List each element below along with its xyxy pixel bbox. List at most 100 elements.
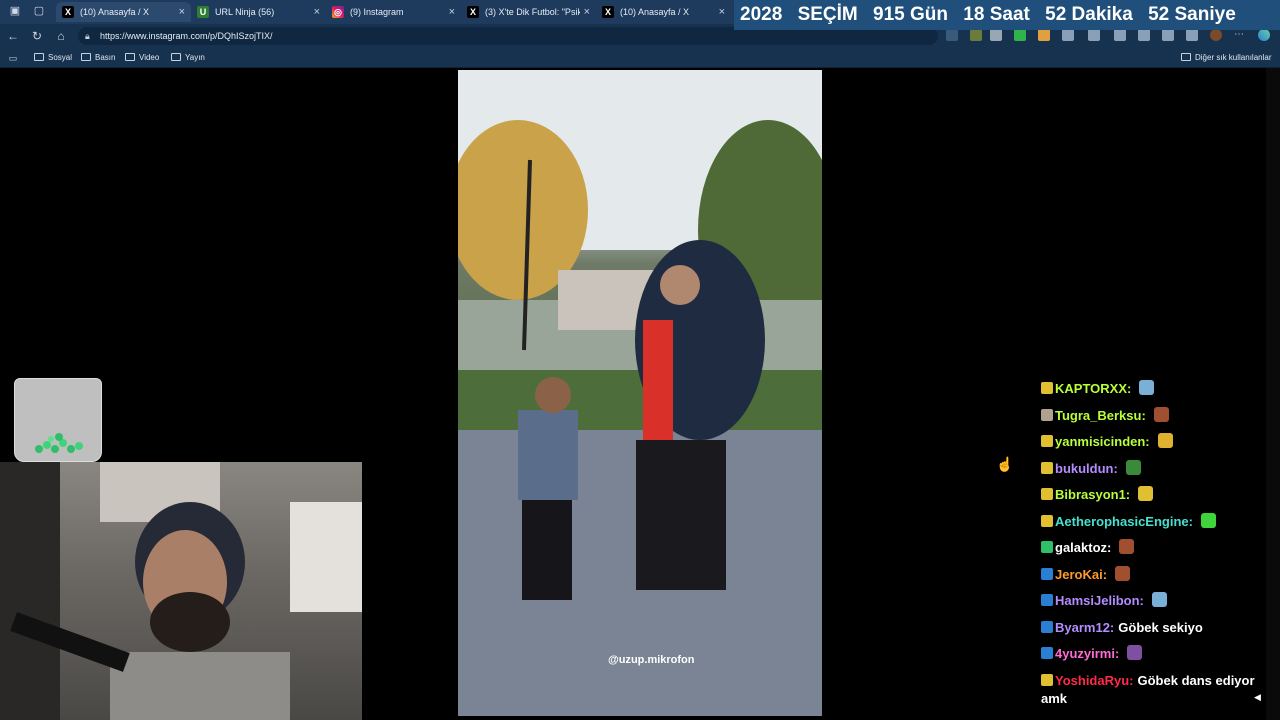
chat-emote-icon: [1127, 645, 1143, 660]
instagram-icon: ◎: [332, 6, 344, 18]
bookmark-label: Video: [139, 53, 160, 62]
favorites-icon[interactable]: [1138, 29, 1150, 41]
more-icon[interactable]: ⋯: [1234, 29, 1246, 41]
chat-badge-icon: [1041, 647, 1053, 659]
countdown-seconds: 52 Saniye: [1148, 4, 1236, 25]
chat-message: 4yuzyirmi:: [1041, 645, 1143, 663]
chat-emote-icon: [1119, 539, 1135, 554]
extension-icon[interactable]: [970, 29, 982, 41]
extension-icon[interactable]: [1014, 29, 1026, 41]
close-tab-icon[interactable]: ×: [584, 2, 590, 22]
chat-username[interactable]: Byarm12:: [1055, 620, 1114, 635]
webcam-frame: [0, 462, 362, 720]
folder-icon: [1181, 53, 1191, 61]
bookmark-folder-basin[interactable]: Basın: [81, 51, 115, 65]
chat-message: yanmisicinden:: [1041, 433, 1173, 451]
folder-icon: [81, 53, 91, 61]
chat-emote-icon: [1139, 380, 1155, 395]
other-favorites[interactable]: Diğer sık kullanılanlar: [1181, 51, 1271, 65]
avatar[interactable]: [1210, 29, 1222, 41]
chat-message: AetherophasicEngine:: [1041, 512, 1216, 531]
election-countdown: 2028 SEÇİM 915 Gün 18 Saat 52 Dakika 52 …: [734, 0, 1280, 30]
countdown-hours: 18 Saat: [963, 4, 1030, 25]
chat-username[interactable]: KAPTORXX:: [1055, 381, 1131, 396]
chat-username[interactable]: HamsiJelibon:: [1055, 593, 1144, 608]
extension-icon[interactable]: [1038, 29, 1050, 41]
mouse-cursor: ☝: [996, 456, 1014, 472]
tab-actions-icon[interactable]: ▢: [32, 4, 46, 18]
chat-badge-icon: [1041, 408, 1053, 421]
video-frame: [458, 70, 822, 716]
bookmark-label: Basın: [95, 53, 116, 62]
volume-icon[interactable]: ◀: [1254, 692, 1264, 702]
home-icon[interactable]: ⌂: [54, 29, 68, 43]
chat-emote-icon: [1125, 459, 1141, 475]
countdown-minutes: 52 Dakika: [1045, 4, 1133, 25]
chat-emote-icon: [1157, 433, 1173, 448]
video-watermark: @uzup.mikrofon: [608, 654, 695, 666]
close-tab-icon[interactable]: ×: [314, 2, 320, 22]
chat-badge-icon: [1041, 488, 1053, 500]
chat-username[interactable]: Tugra_Berksu:: [1055, 408, 1146, 423]
tab-1[interactable]: X (10) Anasayfa / X ×: [56, 2, 191, 22]
chat-message: galaktoz:: [1041, 539, 1135, 557]
jar-gems: [35, 433, 83, 453]
donation-jar-overlay: [14, 378, 102, 462]
chat-username[interactable]: 4yuzyirmi:: [1055, 646, 1119, 661]
tab-title: URL Ninja (56): [215, 7, 275, 17]
other-favorites-label: Diğer sık kullanılanlar: [1195, 53, 1272, 62]
chat-emote-icon: [1151, 592, 1167, 607]
extension-icon[interactable]: [1114, 29, 1126, 41]
bookmark-folder-video[interactable]: Video: [125, 51, 159, 65]
split-screen-icon[interactable]: [1088, 29, 1100, 41]
extension-icon[interactable]: [1162, 29, 1174, 41]
chat-username[interactable]: Bibrasyon1:: [1055, 487, 1130, 502]
back-icon[interactable]: ←: [6, 29, 20, 43]
countdown-year: 2028: [740, 4, 783, 25]
chat-message: KAPTORXX:: [1041, 380, 1155, 398]
chat-username[interactable]: JeroKai:: [1055, 567, 1107, 582]
extension-icon[interactable]: [1062, 29, 1074, 41]
copilot-icon[interactable]: [1258, 29, 1270, 41]
bookmark-folder-yayin[interactable]: Yayın: [171, 51, 205, 65]
chat-message: bukuldun:: [1041, 459, 1141, 478]
close-tab-icon[interactable]: ×: [449, 2, 455, 22]
bookmark-folder-sosyal[interactable]: Sosyal: [34, 51, 72, 65]
x-logo-icon: X: [467, 6, 479, 18]
lock-icon: 🔒︎: [85, 31, 90, 41]
chat-username[interactable]: YoshidaRyu:: [1055, 673, 1134, 688]
chat-message: Byarm12: Göbek sekiyo: [1041, 619, 1203, 637]
instagram-video[interactable]: @uzup.mikrofon: [458, 70, 822, 716]
bookmarks-bar: ▭ Sosyal Basın Video Yayın Diğer sık kul…: [0, 48, 1280, 68]
chat-emote-icon: [1115, 565, 1131, 581]
close-tab-icon[interactable]: ×: [719, 2, 725, 22]
folder-icon: [171, 53, 181, 61]
chat-emote-icon: [1200, 512, 1216, 528]
chat-username[interactable]: bukuldun:: [1055, 461, 1118, 476]
chat-message: HamsiJelibon:: [1041, 592, 1167, 610]
extension-icon[interactable]: [990, 29, 1002, 41]
tab-3[interactable]: ◎ (9) Instagram ×: [326, 2, 461, 22]
bookmark-label: Sosyal: [48, 53, 73, 62]
tab-5[interactable]: X (10) Anasayfa / X ×: [596, 2, 731, 22]
chat-username[interactable]: AetherophasicEngine:: [1055, 514, 1193, 529]
close-tab-icon[interactable]: ×: [179, 2, 185, 22]
chat-badge-icon: [1041, 382, 1053, 394]
bookmarks-menu-icon[interactable]: ▭: [6, 51, 20, 65]
tab-2[interactable]: U URL Ninja (56) ×: [191, 2, 326, 22]
chat-badge-icon: [1041, 461, 1053, 474]
chat-emote-icon: [1153, 406, 1169, 422]
extension-icon[interactable]: [946, 29, 958, 41]
chat-badge-icon: [1041, 594, 1053, 606]
chat-message: YoshidaRyu: Göbek dans ediyor amk: [1041, 672, 1261, 708]
chat-message: JeroKai:: [1041, 565, 1131, 584]
chat-badge-icon: [1041, 567, 1053, 580]
screenshot-icon[interactable]: [1186, 29, 1198, 41]
scrollbar[interactable]: [1266, 68, 1280, 720]
tab-4[interactable]: X (3) X'te Dik Futbol: "Psikol ×: [461, 2, 596, 22]
window-menu-icon[interactable]: ▣: [8, 4, 22, 18]
countdown-label: SEÇİM: [797, 4, 858, 25]
refresh-icon[interactable]: ↻: [30, 29, 44, 43]
chat-username[interactable]: galaktoz:: [1055, 540, 1111, 555]
chat-username[interactable]: yanmisicinden:: [1055, 434, 1150, 449]
